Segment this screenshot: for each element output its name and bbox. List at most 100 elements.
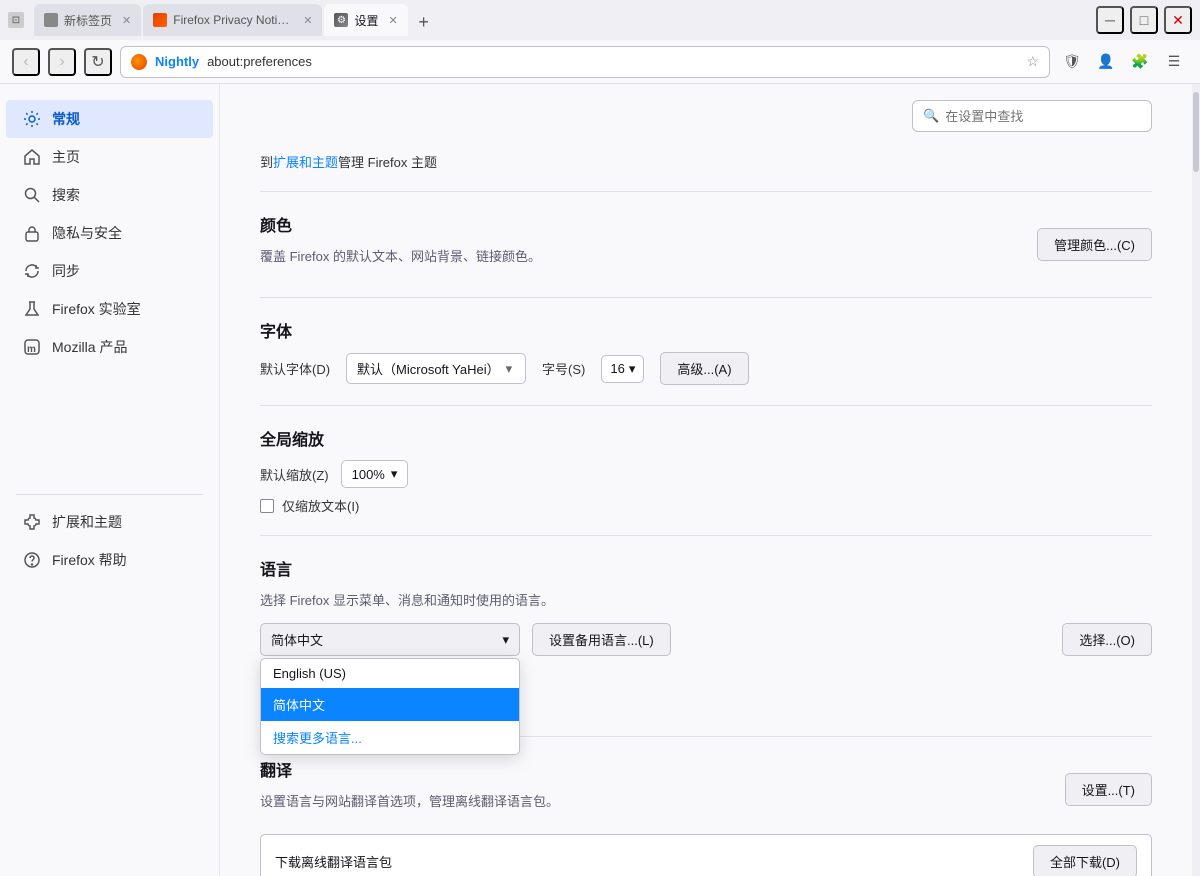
font-size-arrow-icon: ▾: [629, 361, 636, 377]
sidebar-item-privacy[interactable]: 隐私与安全: [6, 214, 213, 252]
restore-down-button[interactable]: ⊡: [8, 12, 24, 28]
menu-icon[interactable]: ☰: [1160, 48, 1188, 76]
translation-settings-button[interactable]: 设置...(T): [1065, 773, 1152, 806]
language-desc: 选择 Firefox 显示菜单、消息和通知时使用的语言。: [260, 590, 1152, 609]
tab-new-tab[interactable]: 新标签页 ✕: [34, 4, 141, 36]
translation-download-all-button[interactable]: 全部下载(D): [1033, 845, 1137, 876]
sidebar-item-label-home: 主页: [52, 147, 80, 167]
sidebar-item-extensions[interactable]: 扩展和主题: [6, 503, 213, 541]
scrollbar[interactable]: [1192, 84, 1200, 876]
language-controls: 简体中文 ▾ English (US) 简体中文 搜索更多语言... 设置备用语…: [260, 623, 1152, 656]
address-url[interactable]: about:preferences: [207, 54, 1018, 69]
color-section: 颜色 覆盖 Firefox 的默认文本、网站背景、链接颜色。 管理颜色...(C…: [260, 212, 1152, 277]
settings-search-input[interactable]: [945, 109, 1141, 124]
translation-heading: 翻译: [260, 757, 559, 781]
content-area: 🔍 到扩展和主题管理 Firefox 主题 颜色 覆盖 Firefox 的默认文…: [220, 84, 1192, 876]
zoom-heading: 全局缩放: [260, 426, 1152, 450]
shield-icon[interactable]: 🛡: [1058, 48, 1086, 76]
firefox-icon: [131, 54, 147, 70]
choose-language-button[interactable]: 选择...(O): [1062, 623, 1152, 656]
sidebar-item-label-labs: Firefox 实验室: [52, 299, 141, 319]
tab-favicon-privacy: [153, 13, 167, 27]
address-bar[interactable]: Nightly about:preferences ☆: [120, 46, 1050, 78]
tabs-area: 新标签页 ✕ Firefox Privacy Notice — Mo... ✕ …: [30, 4, 1090, 36]
address-brand: Nightly: [155, 54, 199, 69]
scroll-thumb: [1193, 92, 1199, 172]
forward-button[interactable]: ›: [48, 48, 76, 76]
maximize-button[interactable]: □: [1130, 6, 1158, 34]
sidebar-item-label-extensions: 扩展和主题: [52, 512, 122, 532]
gear-icon: [22, 109, 42, 129]
reload-button[interactable]: ↻: [84, 48, 112, 76]
translation-section-header: 翻译 设置语言与网站翻译首选项，管理离线翻译语言包。 设置...(T): [260, 757, 1152, 822]
minimize-button[interactable]: ─: [1096, 6, 1124, 34]
sidebar-item-label-privacy: 隐私与安全: [52, 223, 122, 243]
tab-privacy[interactable]: Firefox Privacy Notice — Mo... ✕: [143, 4, 322, 36]
nav-bar: ‹ › ↻ Nightly about:preferences ☆ 🛡 👤 🧩 …: [0, 40, 1200, 84]
divider-theme: [260, 191, 1152, 192]
font-default-value: 默认（Microsoft YaHei）: [357, 359, 500, 378]
divider-color: [260, 297, 1152, 298]
tab-label-settings: 设置: [354, 12, 378, 29]
sidebar-item-search[interactable]: 搜索: [6, 176, 213, 214]
sidebar-item-labs[interactable]: Firefox 实验室: [6, 290, 213, 328]
sidebar-item-label-general: 常规: [52, 109, 80, 129]
zoom-select[interactable]: 100% ▾: [341, 460, 409, 488]
set-alt-language-button[interactable]: 设置备用语言...(L): [532, 623, 671, 656]
font-heading: 字体: [260, 318, 1152, 342]
font-default-select[interactable]: 默认（Microsoft YaHei） ▾: [346, 353, 526, 384]
divider-font: [260, 405, 1152, 406]
close-button[interactable]: ✕: [1164, 6, 1192, 34]
translation-row-download: 下载离线翻译语言包 全部下载(D): [261, 835, 1151, 876]
zoom-arrow-icon: ▾: [391, 466, 398, 482]
sidebar-item-label-search: 搜索: [52, 185, 80, 205]
extensions-themes-link[interactable]: 扩展和主题: [273, 155, 338, 170]
font-advanced-button[interactable]: 高级...(A): [660, 352, 748, 385]
settings-search-box[interactable]: 🔍: [912, 100, 1152, 132]
window-controls-left: ⊡: [8, 12, 24, 28]
manage-colors-button[interactable]: 管理颜色...(C): [1037, 228, 1152, 261]
translation-section: 翻译 设置语言与网站翻译首选项，管理离线翻译语言包。 设置...(T) 下载离线…: [260, 757, 1152, 876]
extensions-icon[interactable]: 🧩: [1126, 48, 1154, 76]
sidebar-item-home[interactable]: 主页: [6, 138, 213, 176]
home-icon: [22, 147, 42, 167]
font-size-select[interactable]: 16 ▾: [601, 355, 644, 383]
zoom-text-only-label: 仅缩放文本(I): [282, 496, 359, 515]
zoom-text-only-checkbox[interactable]: [260, 499, 274, 513]
lock-icon: [22, 223, 42, 243]
search-icon: [22, 185, 42, 205]
lang-option-chinese[interactable]: 简体中文: [261, 688, 519, 721]
zoom-checkbox-row: 仅缩放文本(I): [260, 496, 1152, 515]
theme-line: 到扩展和主题管理 Firefox 主题: [260, 152, 1152, 171]
language-select[interactable]: 简体中文 ▾: [260, 623, 520, 656]
sidebar: 常规 主页 搜索: [0, 84, 220, 876]
browser-window: ⊡ 新标签页 ✕ Firefox Privacy Notice — Mo... …: [0, 0, 1200, 876]
font-size-value: 16: [610, 361, 624, 376]
back-button[interactable]: ‹: [12, 48, 40, 76]
font-row: 默认字体(D) 默认（Microsoft YaHei） ▾ 字号(S) 16 ▾…: [260, 352, 1152, 385]
language-heading: 语言: [260, 556, 1152, 580]
sidebar-item-general[interactable]: 常规: [6, 100, 213, 138]
tab-close-new-tab[interactable]: ✕: [122, 14, 131, 27]
bookmark-icon[interactable]: ☆: [1026, 53, 1039, 70]
font-select-arrow-icon: ▾: [506, 361, 513, 377]
sidebar-item-help[interactable]: Firefox 帮助: [6, 541, 213, 579]
lang-option-english[interactable]: English (US): [261, 659, 519, 688]
tab-close-privacy[interactable]: ✕: [303, 14, 312, 27]
sidebar-item-mozilla[interactable]: m Mozilla 产品: [6, 328, 213, 366]
tab-close-settings[interactable]: ✕: [388, 14, 397, 27]
sidebar-item-sync[interactable]: 同步: [6, 252, 213, 290]
profile-icon[interactable]: 👤: [1092, 48, 1120, 76]
language-select-arrow-icon: ▾: [502, 632, 509, 648]
translation-title-group: 翻译 设置语言与网站翻译首选项，管理离线翻译语言包。: [260, 757, 559, 822]
divider-zoom: [260, 535, 1152, 536]
font-size-label: 字号(S): [542, 359, 585, 378]
new-tab-button[interactable]: +: [410, 8, 438, 36]
language-current-value: 简体中文: [271, 630, 323, 649]
lang-option-search[interactable]: 搜索更多语言...: [261, 721, 519, 754]
nav-right-icons: 🛡 👤 🧩 ☰: [1058, 48, 1188, 76]
window-controls-right: ─ □ ✕: [1096, 6, 1192, 34]
color-desc: 覆盖 Firefox 的默认文本、网站背景、链接颜色。: [260, 246, 541, 265]
tab-settings[interactable]: ⚙ 设置 ✕: [324, 4, 407, 36]
zoom-row: 默认缩放(Z) 100% ▾: [260, 460, 1152, 488]
